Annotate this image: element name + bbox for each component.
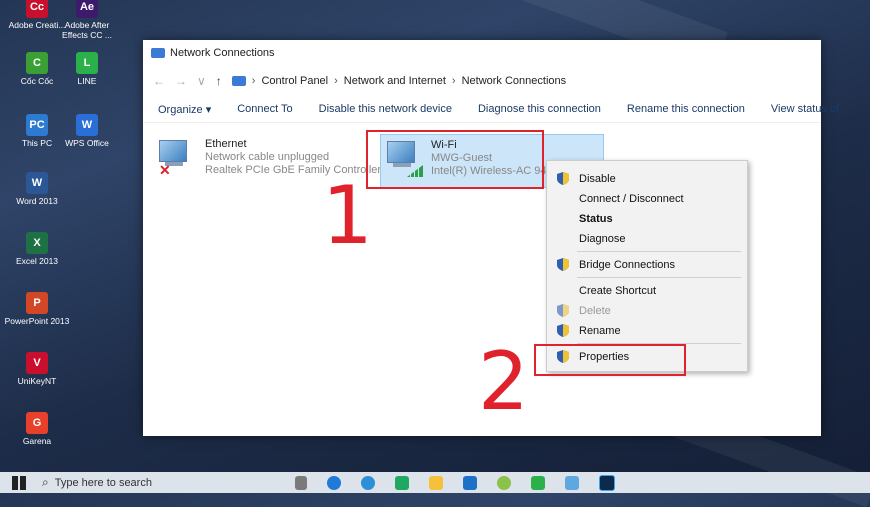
desktop-icon-label: PowerPoint 2013 bbox=[4, 316, 70, 326]
line-taskbar-icon[interactable] bbox=[530, 475, 545, 490]
menu-item-connect-disconnect[interactable]: Connect / Disconnect bbox=[579, 193, 684, 205]
file-explorer-icon[interactable] bbox=[428, 475, 443, 490]
forward-arrow-icon[interactable]: → bbox=[175, 74, 187, 88]
disable-device-button[interactable]: Disable this network device bbox=[319, 103, 452, 115]
menu-item-rename[interactable]: Rename bbox=[579, 325, 621, 337]
menu-item-disable[interactable]: Disable bbox=[579, 173, 616, 185]
shield-icon bbox=[557, 304, 569, 317]
coccoc-taskbar-icon[interactable] bbox=[496, 475, 511, 490]
garena-icon: G bbox=[26, 412, 48, 434]
adapter-status: Network cable unplugged bbox=[205, 151, 330, 163]
edge-icon[interactable] bbox=[326, 475, 341, 490]
coccoc-icon: C bbox=[26, 52, 48, 74]
address-bar[interactable]: ← → ∨ ↑ › Control Panel › Network and In… bbox=[143, 66, 821, 96]
adapter-name: Ethernet bbox=[205, 138, 247, 150]
breadcrumb-separator: › bbox=[334, 75, 338, 87]
this-pc-icon: PC bbox=[26, 114, 48, 136]
taskbar: ⌕ Type here to search bbox=[0, 472, 870, 493]
breadcrumb-separator: › bbox=[251, 75, 256, 87]
desktop-icon-garena[interactable]: G Garena bbox=[4, 412, 70, 446]
desktop-icon-label: WPS Office bbox=[65, 138, 109, 148]
photoshop-icon[interactable] bbox=[598, 474, 615, 491]
context-menu: Disable Connect / Disconnect Status Diag… bbox=[546, 160, 748, 372]
breadcrumb-network-internet[interactable]: Network and Internet bbox=[344, 75, 446, 87]
connect-to-button[interactable]: Connect To bbox=[237, 103, 292, 115]
highlight-box-properties bbox=[534, 344, 686, 376]
step-number-2: 2 bbox=[478, 335, 529, 428]
task-view-icon[interactable] bbox=[294, 475, 307, 490]
adobe-creative-icon: Cc bbox=[26, 0, 48, 18]
highlight-box-wifi bbox=[366, 130, 544, 189]
desktop-icon-wps-office[interactable]: W WPS Office bbox=[54, 114, 120, 148]
desktop-icon-word[interactable]: W Word 2013 bbox=[4, 172, 70, 206]
desktop-icon-excel[interactable]: X Excel 2013 bbox=[4, 232, 70, 266]
menu-item-delete: Delete bbox=[579, 305, 611, 317]
menu-item-bridge-connections[interactable]: Bridge Connections bbox=[579, 259, 675, 271]
desktop-icon-powerpoint[interactable]: P PowerPoint 2013 bbox=[4, 292, 70, 326]
location-icon bbox=[231, 76, 246, 86]
network-connections-icon bbox=[151, 48, 165, 58]
desktop-icon-label: Garena bbox=[22, 436, 52, 446]
unikey-icon: V bbox=[26, 352, 48, 374]
window-title: Network Connections bbox=[170, 47, 275, 59]
start-button[interactable] bbox=[12, 475, 26, 490]
breadcrumb-separator: › bbox=[451, 75, 456, 87]
taskbar-search-input[interactable]: Type here to search bbox=[55, 477, 255, 489]
rename-connection-button[interactable]: Rename this connection bbox=[627, 103, 745, 115]
back-arrow-icon[interactable]: ← bbox=[153, 74, 165, 88]
window-titlebar[interactable]: Network Connections bbox=[143, 40, 821, 66]
desktop-icon-unikey[interactable]: V UniKeyNT bbox=[4, 352, 70, 386]
breadcrumb-network-connections[interactable]: Network Connections bbox=[462, 75, 567, 87]
command-bar: Organize ▾ Connect To Disable this netwo… bbox=[143, 96, 839, 123]
excel-icon: X bbox=[26, 232, 48, 254]
menu-item-create-shortcut[interactable]: Create Shortcut bbox=[579, 285, 656, 297]
breadcrumb-control-panel[interactable]: Control Panel bbox=[261, 75, 328, 87]
shield-icon bbox=[557, 324, 569, 337]
network-taskbar-icon[interactable] bbox=[564, 475, 579, 490]
desktop-icon-label: LINE bbox=[77, 76, 97, 86]
diagnose-connection-button[interactable]: Diagnose this connection bbox=[478, 103, 601, 115]
up-arrow-icon[interactable]: ↑ bbox=[216, 74, 222, 88]
desktop-icon-label: Adobe After Effects CC ... bbox=[62, 20, 112, 40]
dropdown-chevron-icon[interactable]: ∨ bbox=[197, 74, 206, 88]
view-status-button[interactable]: View status of bbox=[771, 103, 839, 115]
browser-icon[interactable] bbox=[360, 475, 375, 490]
after-effects-icon: Ae bbox=[76, 0, 98, 18]
menu-separator bbox=[577, 277, 741, 278]
menu-item-status[interactable]: Status bbox=[579, 213, 613, 225]
store-icon[interactable] bbox=[394, 475, 409, 490]
shield-icon bbox=[557, 258, 569, 271]
search-icon[interactable]: ⌕ bbox=[42, 475, 49, 490]
line-icon: L bbox=[76, 52, 98, 74]
desktop-icon-label: Excel 2013 bbox=[15, 256, 59, 266]
powerpoint-icon: P bbox=[26, 292, 48, 314]
shield-icon bbox=[557, 172, 569, 185]
wps-office-icon: W bbox=[76, 114, 98, 136]
desktop-icon-label: UniKeyNT bbox=[17, 376, 57, 386]
desktop-icon-line[interactable]: L LINE bbox=[54, 52, 120, 86]
desktop-icon-label: Word 2013 bbox=[16, 196, 58, 206]
menu-item-diagnose[interactable]: Diagnose bbox=[579, 233, 625, 245]
disconnected-x-icon: ✕ bbox=[159, 162, 171, 178]
organize-button[interactable]: Organize ▾ bbox=[158, 103, 211, 116]
word-icon: W bbox=[26, 172, 48, 194]
mail-icon[interactable] bbox=[462, 475, 477, 490]
step-number-1: 1 bbox=[322, 169, 373, 262]
desktop-icon-after-effects[interactable]: Ae Adobe After Effects CC ... bbox=[54, 0, 120, 40]
menu-separator bbox=[577, 251, 741, 252]
